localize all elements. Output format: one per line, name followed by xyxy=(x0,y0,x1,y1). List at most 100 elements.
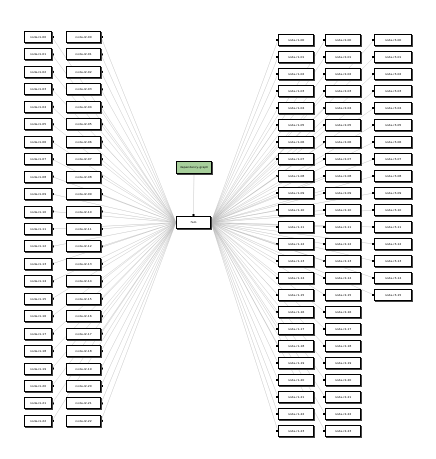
left-col2-node-17[interactable]: node-l2-17 xyxy=(66,327,101,340)
right-col2-node-16[interactable]: node-r2-16 xyxy=(325,306,361,318)
left-col1-node-2[interactable]: node-l1-02 xyxy=(24,65,52,78)
left-col2-node-15[interactable]: node-l2-15 xyxy=(66,292,101,305)
left-col1-node-11[interactable]: node-l1-11 xyxy=(24,222,52,235)
right-col3-node-2[interactable]: node-r3-02 xyxy=(374,68,412,80)
left-col1-node-21[interactable]: node-l1-21 xyxy=(24,397,52,410)
left-col2-node-8[interactable]: node-l2-08 xyxy=(66,170,101,183)
right-col3-node-13[interactable]: node-r3-13 xyxy=(374,255,412,267)
left-col2-node-7[interactable]: node-l2-07 xyxy=(66,153,101,166)
left-col2-node-6[interactable]: node-l2-06 xyxy=(66,135,101,148)
right-col2-node-17[interactable]: node-r2-17 xyxy=(325,323,361,335)
left-col1-node-16[interactable]: node-l1-16 xyxy=(24,310,52,323)
right-col1-node-6[interactable]: node-r1-06 xyxy=(278,136,314,148)
right-col2-node-20[interactable]: node-r2-20 xyxy=(325,374,361,386)
left-col2-node-9[interactable]: node-l2-09 xyxy=(66,188,101,201)
left-col1-node-4[interactable]: node-l1-04 xyxy=(24,100,52,113)
left-col2-node-19[interactable]: node-l2-19 xyxy=(66,362,101,375)
left-col2-node-5[interactable]: node-l2-05 xyxy=(66,118,101,131)
root-node[interactable]: dependency-graph xyxy=(176,161,212,174)
right-col2-node-9[interactable]: node-r2-09 xyxy=(325,187,361,199)
right-col2-node-19[interactable]: node-r2-19 xyxy=(325,357,361,369)
right-col2-node-2[interactable]: node-r2-02 xyxy=(325,68,361,80)
right-col3-node-0[interactable]: node-r3-00 xyxy=(374,34,412,46)
right-col1-node-12[interactable]: node-r1-12 xyxy=(278,238,314,250)
left-col1-node-22[interactable]: node-l1-22 xyxy=(24,414,52,427)
right-col2-node-15[interactable]: node-r2-15 xyxy=(325,289,361,301)
left-col2-node-11[interactable]: node-l2-11 xyxy=(66,222,101,235)
right-col2-node-23[interactable]: node-r2-23 xyxy=(325,425,361,437)
right-col1-node-10[interactable]: node-r1-10 xyxy=(278,204,314,216)
right-col1-node-9[interactable]: node-r1-09 xyxy=(278,187,314,199)
right-col2-node-22[interactable]: node-r2-22 xyxy=(325,408,361,420)
left-col1-node-19[interactable]: node-l1-19 xyxy=(24,362,52,375)
left-col2-node-2[interactable]: node-l2-02 xyxy=(66,65,101,78)
right-col1-node-4[interactable]: node-r1-04 xyxy=(278,102,314,114)
right-col2-node-5[interactable]: node-r2-05 xyxy=(325,119,361,131)
right-col2-node-8[interactable]: node-r2-08 xyxy=(325,170,361,182)
right-col2-node-1[interactable]: node-r2-01 xyxy=(325,51,361,63)
right-col2-node-4[interactable]: node-r2-04 xyxy=(325,102,361,114)
left-col1-node-5[interactable]: node-l1-05 xyxy=(24,118,52,131)
right-col1-node-22[interactable]: node-r1-22 xyxy=(278,408,314,420)
right-col3-node-9[interactable]: node-r3-09 xyxy=(374,187,412,199)
left-col1-node-7[interactable]: node-l1-07 xyxy=(24,153,52,166)
right-col1-node-14[interactable]: node-r1-14 xyxy=(278,272,314,284)
right-col3-node-3[interactable]: node-r3-03 xyxy=(374,85,412,97)
right-col2-node-14[interactable]: node-r2-14 xyxy=(325,272,361,284)
left-col2-node-22[interactable]: node-l2-22 xyxy=(66,414,101,427)
left-col1-node-1[interactable]: node-l1-01 xyxy=(24,48,52,61)
right-col1-node-18[interactable]: node-r1-18 xyxy=(278,340,314,352)
right-col1-node-8[interactable]: node-r1-08 xyxy=(278,170,314,182)
left-col2-node-21[interactable]: node-l2-21 xyxy=(66,397,101,410)
right-col3-node-6[interactable]: node-r3-06 xyxy=(374,136,412,148)
left-col2-node-18[interactable]: node-l2-18 xyxy=(66,345,101,358)
left-col1-node-9[interactable]: node-l1-09 xyxy=(24,188,52,201)
left-col1-node-17[interactable]: node-l1-17 xyxy=(24,327,52,340)
right-col3-node-8[interactable]: node-r3-08 xyxy=(374,170,412,182)
left-col1-node-20[interactable]: node-l1-20 xyxy=(24,380,52,392)
left-col1-node-0[interactable]: node-l1-00 xyxy=(24,31,52,43)
left-col1-node-15[interactable]: node-l1-15 xyxy=(24,292,52,305)
right-col3-node-14[interactable]: node-r3-14 xyxy=(374,272,412,284)
right-col1-node-16[interactable]: node-r1-16 xyxy=(278,306,314,318)
right-col1-node-11[interactable]: node-r1-11 xyxy=(278,221,314,233)
right-col2-node-18[interactable]: node-r2-18 xyxy=(325,340,361,352)
right-col1-node-19[interactable]: node-r1-19 xyxy=(278,357,314,369)
right-col1-node-20[interactable]: node-r1-20 xyxy=(278,374,314,386)
left-col2-node-12[interactable]: node-l2-12 xyxy=(66,240,101,253)
right-col2-node-11[interactable]: node-r2-11 xyxy=(325,221,361,233)
right-col1-node-15[interactable]: node-r1-15 xyxy=(278,289,314,301)
left-col1-node-14[interactable]: node-l1-14 xyxy=(24,275,52,288)
left-col2-node-10[interactable]: node-l2-10 xyxy=(66,205,101,218)
right-col3-node-1[interactable]: node-r3-01 xyxy=(374,51,412,63)
right-col1-node-5[interactable]: node-r1-05 xyxy=(278,119,314,131)
left-col2-node-0[interactable]: node-l2-00 xyxy=(66,31,101,43)
right-col2-node-12[interactable]: node-r2-12 xyxy=(325,238,361,250)
left-col2-node-14[interactable]: node-l2-14 xyxy=(66,275,101,288)
left-col1-node-8[interactable]: node-l1-08 xyxy=(24,170,52,183)
right-col1-node-7[interactable]: node-r1-07 xyxy=(278,153,314,165)
left-col1-node-6[interactable]: node-l1-06 xyxy=(24,135,52,148)
right-col3-node-11[interactable]: node-r3-11 xyxy=(374,221,412,233)
right-col1-node-23[interactable]: node-r1-23 xyxy=(278,425,314,437)
hub-node[interactable]: hub xyxy=(176,216,211,229)
right-col2-node-10[interactable]: node-r2-10 xyxy=(325,204,361,216)
right-col3-node-5[interactable]: node-r3-05 xyxy=(374,119,412,131)
left-col1-node-13[interactable]: node-l1-13 xyxy=(24,257,52,270)
right-col2-node-13[interactable]: node-r2-13 xyxy=(325,255,361,267)
right-col2-node-0[interactable]: node-r2-00 xyxy=(325,34,361,46)
left-col2-node-13[interactable]: node-l2-13 xyxy=(66,257,101,270)
left-col1-node-18[interactable]: node-l1-18 xyxy=(24,345,52,358)
left-col2-node-16[interactable]: node-l2-16 xyxy=(66,310,101,323)
right-col1-node-2[interactable]: node-r1-02 xyxy=(278,68,314,80)
left-col1-node-10[interactable]: node-l1-10 xyxy=(24,205,52,218)
right-col1-node-21[interactable]: node-r1-21 xyxy=(278,391,314,403)
right-col1-node-13[interactable]: node-r1-13 xyxy=(278,255,314,267)
right-col3-node-7[interactable]: node-r3-07 xyxy=(374,153,412,165)
left-col2-node-1[interactable]: node-l2-01 xyxy=(66,48,101,61)
left-col1-node-3[interactable]: node-l1-03 xyxy=(24,83,52,96)
left-col2-node-3[interactable]: node-l2-03 xyxy=(66,83,101,96)
right-col2-node-7[interactable]: node-r2-07 xyxy=(325,153,361,165)
left-col1-node-12[interactable]: node-l1-12 xyxy=(24,240,52,253)
right-col1-node-3[interactable]: node-r1-03 xyxy=(278,85,314,97)
